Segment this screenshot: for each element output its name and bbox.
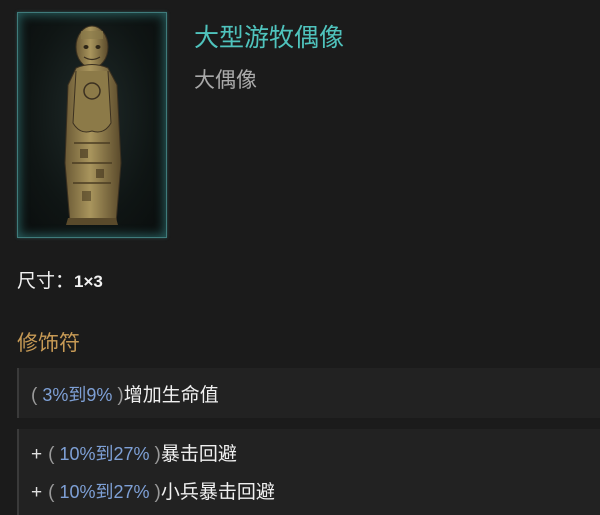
item-icon-frame[interactable] <box>17 12 167 238</box>
affix-prefix: + <box>31 482 43 503</box>
item-size: 尺寸：1×3 <box>17 266 103 293</box>
idol-statue-icon <box>64 25 122 225</box>
size-value: 1×3 <box>74 272 103 291</box>
implicit-modifier-line: ( 3%到9% )增加生命值 <box>31 380 219 407</box>
modifiers-section-title: 修饰符 <box>17 331 80 355</box>
size-label: 尺寸： <box>17 270 75 292</box>
modifier-range: 10%到27% <box>54 482 155 502</box>
item-name: 大型游牧偶像 <box>194 23 345 52</box>
implicit-modifier-box: ( 3%到9% )增加生命值 <box>17 368 600 418</box>
affix-modifier-box: + ( 10%到27% )暴击回避 + ( 10%到27% )小兵暴击回避 <box>17 429 600 515</box>
modifier-text: 小兵暴击回避 <box>160 481 275 503</box>
affix-modifier-line: + ( 10%到27% )小兵暴击回避 <box>31 477 275 504</box>
modifier-text: 暴击回避 <box>160 443 237 465</box>
modifier-range: 10%到27% <box>54 444 155 464</box>
affix-prefix: + <box>31 444 43 465</box>
item-base-type: 大偶像 <box>194 68 257 92</box>
affix-modifier-line: + ( 10%到27% )暴击回避 <box>31 439 237 466</box>
modifier-range: 3%到9% <box>37 385 118 405</box>
modifier-text: 增加生命值 <box>123 384 219 406</box>
